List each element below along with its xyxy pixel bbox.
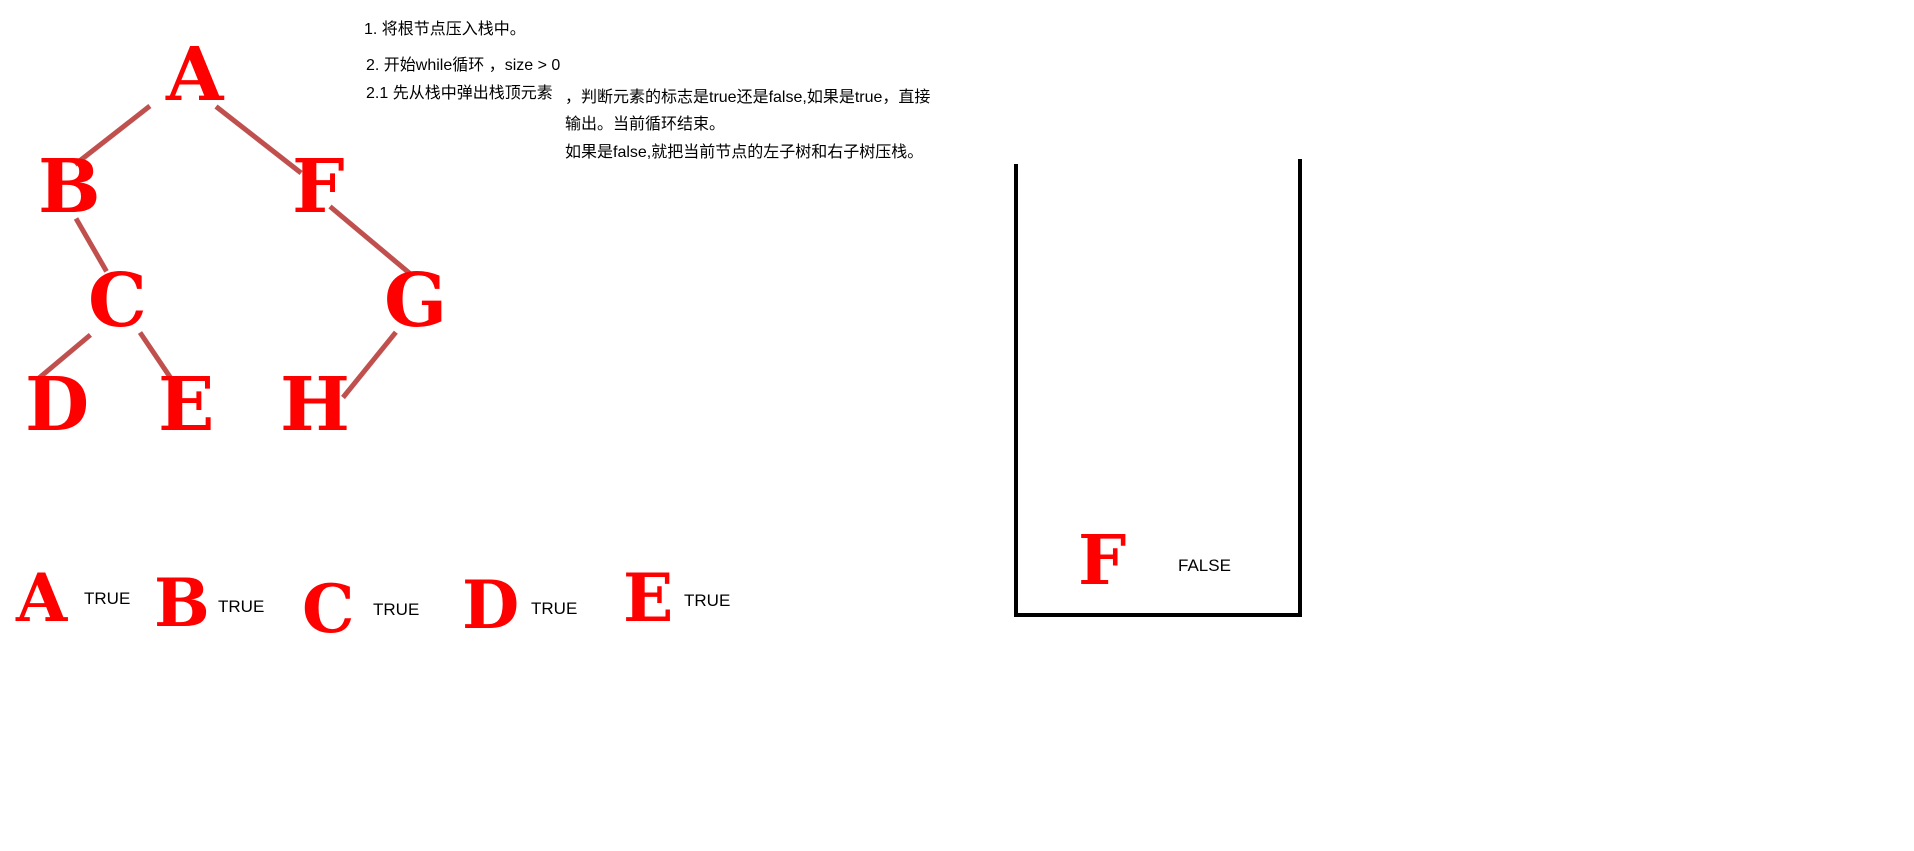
- output-flag: TRUE: [218, 597, 265, 616]
- output-letter: E: [623, 559, 674, 637]
- tree-node-d: D: [25, 362, 90, 448]
- stack-left-wall: [1014, 164, 1018, 617]
- tree-node-a: A: [166, 32, 224, 118]
- tree-node-f: F: [292, 144, 345, 230]
- step-2-1-detail-2: 输出。当前循环结束。: [565, 116, 726, 133]
- output-letter: B: [154, 564, 210, 642]
- step-2-1-detail-1: ，判断元素的标志是true还是false,如果是true，直接: [565, 89, 931, 106]
- output-flag: TRUE: [373, 600, 420, 619]
- output-flag: TRUE: [84, 589, 131, 608]
- stack-item-flag: FALSE: [1178, 556, 1231, 575]
- tree-node-h: H: [280, 362, 350, 448]
- output-flag: TRUE: [684, 591, 731, 610]
- stack-right-wall: [1298, 159, 1302, 617]
- output-letter: A: [16, 559, 68, 637]
- output-letter: D: [462, 566, 520, 644]
- step-2-1: 2.1 先从栈中弹出栈顶元素: [366, 85, 553, 102]
- output-flag: TRUE: [531, 599, 578, 618]
- stack-item-letter: F: [1078, 521, 1127, 601]
- tree-node-b: B: [38, 144, 101, 230]
- step-1: 1. 将根节点压入栈中。: [364, 21, 526, 38]
- step-2-1-detail-3: 如果是false,就把当前节点的左子树和右子树压栈。: [565, 144, 924, 161]
- tree-node-e: E: [158, 362, 215, 448]
- tree-node-g: G: [384, 258, 448, 344]
- tree-node-c: C: [88, 258, 147, 344]
- step-2: 2. 开始while循环 ，size > 0: [366, 57, 561, 74]
- output-letter: C: [302, 570, 355, 648]
- stack-bottom: [1014, 613, 1302, 617]
- edge-a-f: [214, 104, 303, 175]
